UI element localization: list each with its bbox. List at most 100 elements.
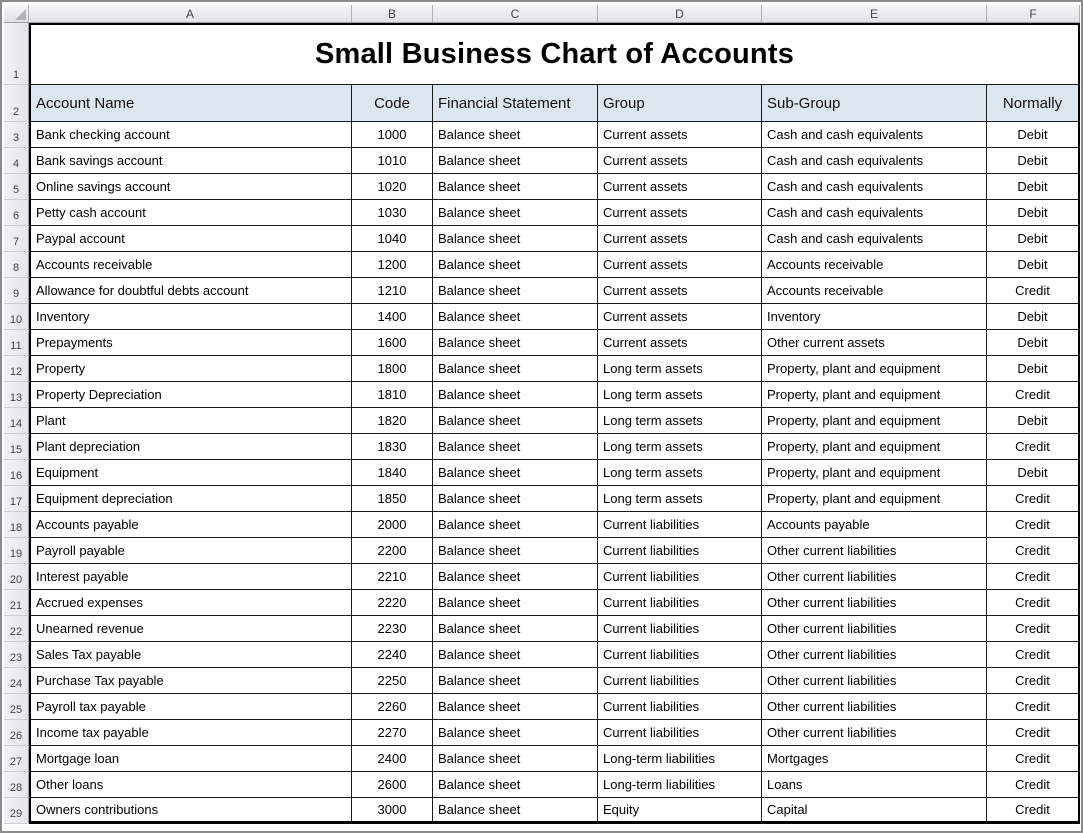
- cell[interactable]: Current liabilities: [598, 616, 762, 642]
- cell[interactable]: Bank savings account: [29, 148, 352, 174]
- cell[interactable]: Balance sheet: [433, 226, 598, 252]
- row-number[interactable]: 18: [4, 512, 29, 538]
- cell[interactable]: 1600: [352, 330, 433, 356]
- cell[interactable]: Equity: [598, 798, 762, 824]
- cell[interactable]: 1210: [352, 278, 433, 304]
- cell[interactable]: Paypal account: [29, 226, 352, 252]
- cell[interactable]: Property, plant and equipment: [762, 408, 987, 434]
- cell[interactable]: Credit: [987, 590, 1080, 616]
- cell[interactable]: Current assets: [598, 304, 762, 330]
- cell[interactable]: Debit: [987, 460, 1080, 486]
- cell[interactable]: Debit: [987, 408, 1080, 434]
- cell[interactable]: Credit: [987, 798, 1080, 824]
- cell[interactable]: Balance sheet: [433, 460, 598, 486]
- cell[interactable]: Cash and cash equivalents: [762, 174, 987, 200]
- cell[interactable]: Credit: [987, 434, 1080, 460]
- cell[interactable]: Current liabilities: [598, 720, 762, 746]
- cell[interactable]: 1830: [352, 434, 433, 460]
- cell[interactable]: Credit: [987, 278, 1080, 304]
- cell[interactable]: Payroll payable: [29, 538, 352, 564]
- cell[interactable]: Balance sheet: [433, 148, 598, 174]
- cell[interactable]: Debit: [987, 304, 1080, 330]
- cell[interactable]: Balance sheet: [433, 538, 598, 564]
- cell[interactable]: Property, plant and equipment: [762, 486, 987, 512]
- row-number[interactable]: 2: [4, 85, 29, 122]
- row-number[interactable]: 19: [4, 538, 29, 564]
- cell[interactable]: Debit: [987, 148, 1080, 174]
- cell[interactable]: Debit: [987, 330, 1080, 356]
- cell[interactable]: Credit: [987, 564, 1080, 590]
- row-number[interactable]: 8: [4, 252, 29, 278]
- row-number[interactable]: 24: [4, 668, 29, 694]
- cell[interactable]: Property Depreciation: [29, 382, 352, 408]
- cell[interactable]: 2240: [352, 642, 433, 668]
- cell[interactable]: Long term assets: [598, 486, 762, 512]
- header-cell[interactable]: Code: [352, 85, 433, 122]
- row-number[interactable]: 27: [4, 746, 29, 772]
- cell[interactable]: 1400: [352, 304, 433, 330]
- cell[interactable]: Balance sheet: [433, 720, 598, 746]
- cell[interactable]: Balance sheet: [433, 668, 598, 694]
- cell[interactable]: 1200: [352, 252, 433, 278]
- cell[interactable]: Long term assets: [598, 382, 762, 408]
- header-cell[interactable]: Account Name: [29, 85, 352, 122]
- cell[interactable]: Balance sheet: [433, 122, 598, 148]
- cell[interactable]: Current liabilities: [598, 694, 762, 720]
- cell[interactable]: 2000: [352, 512, 433, 538]
- header-cell[interactable]: Financial Statement: [433, 85, 598, 122]
- cell[interactable]: Credit: [987, 538, 1080, 564]
- cell[interactable]: Current assets: [598, 122, 762, 148]
- cell[interactable]: Balance sheet: [433, 174, 598, 200]
- header-cell[interactable]: Normally: [987, 85, 1080, 122]
- cell[interactable]: Unearned revenue: [29, 616, 352, 642]
- cell[interactable]: Credit: [987, 746, 1080, 772]
- row-number[interactable]: 10: [4, 304, 29, 330]
- cell[interactable]: Current assets: [598, 148, 762, 174]
- cell[interactable]: 1840: [352, 460, 433, 486]
- row-number[interactable]: 25: [4, 694, 29, 720]
- cell[interactable]: Prepayments: [29, 330, 352, 356]
- cell[interactable]: 2270: [352, 720, 433, 746]
- cell[interactable]: Capital: [762, 798, 987, 824]
- cell[interactable]: Credit: [987, 642, 1080, 668]
- cell[interactable]: 1800: [352, 356, 433, 382]
- cell[interactable]: Current assets: [598, 278, 762, 304]
- cell[interactable]: Balance sheet: [433, 746, 598, 772]
- row-number[interactable]: 15: [4, 434, 29, 460]
- cell[interactable]: Credit: [987, 382, 1080, 408]
- cell[interactable]: Property, plant and equipment: [762, 434, 987, 460]
- cell[interactable]: Current liabilities: [598, 564, 762, 590]
- cell[interactable]: 1030: [352, 200, 433, 226]
- cell[interactable]: Long term assets: [598, 434, 762, 460]
- cell[interactable]: 3000: [352, 798, 433, 824]
- cell[interactable]: Current liabilities: [598, 668, 762, 694]
- cell[interactable]: Accounts receivable: [762, 278, 987, 304]
- cell[interactable]: 2400: [352, 746, 433, 772]
- cell[interactable]: Property: [29, 356, 352, 382]
- cell[interactable]: Debit: [987, 226, 1080, 252]
- cell[interactable]: Accrued expenses: [29, 590, 352, 616]
- cell[interactable]: Current liabilities: [598, 590, 762, 616]
- cell[interactable]: Current liabilities: [598, 642, 762, 668]
- row-number[interactable]: 14: [4, 408, 29, 434]
- cell[interactable]: 2260: [352, 694, 433, 720]
- cell[interactable]: Balance sheet: [433, 694, 598, 720]
- cell[interactable]: Other current liabilities: [762, 590, 987, 616]
- cell[interactable]: Owners contributions: [29, 798, 352, 824]
- cell[interactable]: Online savings account: [29, 174, 352, 200]
- cell[interactable]: 1810: [352, 382, 433, 408]
- cell[interactable]: Balance sheet: [433, 798, 598, 824]
- cell[interactable]: Loans: [762, 772, 987, 798]
- row-number[interactable]: 26: [4, 720, 29, 746]
- cell[interactable]: Current assets: [598, 200, 762, 226]
- row-number[interactable]: 5: [4, 174, 29, 200]
- cell[interactable]: Balance sheet: [433, 304, 598, 330]
- cell[interactable]: Balance sheet: [433, 408, 598, 434]
- cell[interactable]: Balance sheet: [433, 382, 598, 408]
- cell[interactable]: Current liabilities: [598, 512, 762, 538]
- cell[interactable]: Other current liabilities: [762, 538, 987, 564]
- cell[interactable]: Current liabilities: [598, 538, 762, 564]
- column-header-c[interactable]: C: [433, 5, 598, 23]
- cell[interactable]: Balance sheet: [433, 252, 598, 278]
- cell[interactable]: Accounts receivable: [762, 252, 987, 278]
